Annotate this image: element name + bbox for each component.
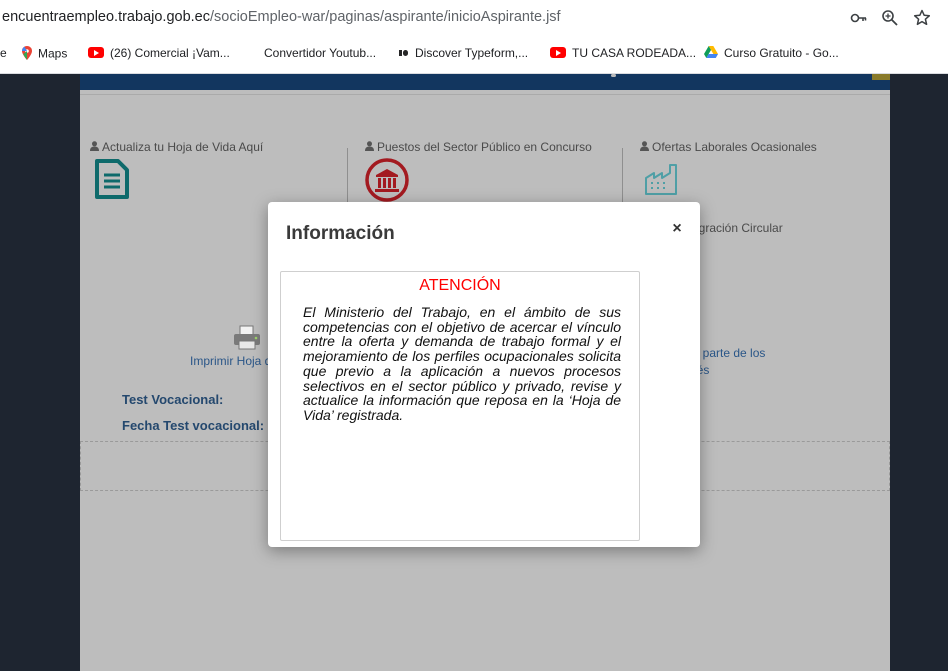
header-accent <box>872 74 890 80</box>
header-dot <box>611 74 616 77</box>
menu-ofertas-ocasionales[interactable]: Ofertas Laborales Ocasionales <box>640 140 817 154</box>
printer-icon[interactable] <box>232 325 262 356</box>
password-key-icon[interactable] <box>849 8 869 28</box>
url-text[interactable]: encuentraempleo.trabajo.gob.ec/socioEmpl… <box>2 9 561 25</box>
menu-label: Ofertas Laborales Ocasionales <box>652 140 817 154</box>
zoom-icon[interactable] <box>880 8 900 28</box>
attention-heading: ATENCIÓN <box>419 277 501 294</box>
bookmark-label: Discover Typeform,... <box>415 46 529 60</box>
imprimir-hoja-link[interactable]: Imprimir Hoja d <box>190 354 271 368</box>
bookmark-label: Convertidor Youtub... <box>264 46 377 60</box>
bookmark-youtube-comercial[interactable]: (26) Comercial ¡Vam... <box>88 46 230 60</box>
youtube-icon <box>550 47 566 59</box>
user-icon <box>90 140 99 154</box>
bookmark-label: TU CASA RODEADA... <box>572 46 697 60</box>
close-button[interactable]: × <box>666 218 688 240</box>
site-header-strip <box>80 74 890 90</box>
fecha-test-label: Fecha Test vocacional: 2 <box>122 418 275 433</box>
bookmark-label: Curso Gratuito - Go... <box>724 46 839 60</box>
user-icon <box>640 140 649 154</box>
document-icon[interactable] <box>94 158 130 205</box>
information-dialog: Información × ATENCIÓN El Ministerio del… <box>268 202 700 547</box>
bookmark-convertidor[interactable]: Convertidor Youtub... <box>264 46 376 60</box>
bookmark-typeform[interactable]: Discover Typeform,... <box>399 46 528 61</box>
typeform-icon <box>399 47 409 61</box>
google-drive-icon <box>704 46 718 61</box>
user-icon <box>365 140 374 154</box>
menu-separator <box>347 148 348 208</box>
factory-icon[interactable] <box>644 162 680 201</box>
menu-hoja-de-vida[interactable]: Actualiza tu Hoja de Vida Aquí <box>90 140 263 154</box>
url-path: /socioEmpleo-war/paginas/aspirante/inici… <box>209 9 561 25</box>
menu-sector-publico[interactable]: Puestos del Sector Público en Concurso <box>365 140 592 154</box>
message-panel: ATENCIÓN El Ministerio del Trabajo, en e… <box>280 271 640 541</box>
youtube-icon <box>88 47 104 59</box>
divider <box>80 94 890 95</box>
bookmark-cutoff[interactable]: e <box>0 46 7 60</box>
bookmark-maps[interactable]: Maps <box>22 46 67 63</box>
bookmark-tu-casa[interactable]: TU CASA RODEADA... <box>550 46 696 60</box>
test-vocacional-label: Test Vocacional: <box>122 392 224 407</box>
address-bar[interactable]: encuentraempleo.trabajo.gob.ec/socioEmpl… <box>0 0 948 36</box>
maps-pin-icon <box>22 46 32 63</box>
bookmark-star-icon[interactable] <box>912 8 932 28</box>
bookmark-label: Maps <box>38 46 68 61</box>
menu-label: Actualiza tu Hoja de Vida Aquí <box>102 140 264 154</box>
url-host: encuentraempleo.trabajo.gob.ec <box>2 9 210 25</box>
bookmarks-bar: e Maps (26) Comercial ¡Vam... Convertido… <box>0 36 948 74</box>
bookmark-label: (26) Comercial ¡Vam... <box>110 46 230 60</box>
institution-icon[interactable] <box>365 158 409 207</box>
menu-separator <box>622 148 623 208</box>
bookmark-curso-gratuito[interactable]: Curso Gratuito - Go... <box>704 46 839 61</box>
dialog-title: Información <box>286 223 395 244</box>
menu-migracion-circular[interactable]: igración Circular <box>696 221 783 235</box>
attention-message: El Ministerio del Trabajo, en el ámbito … <box>303 304 621 423</box>
menu-label: Puestos del Sector Público en Concurso <box>377 140 592 154</box>
